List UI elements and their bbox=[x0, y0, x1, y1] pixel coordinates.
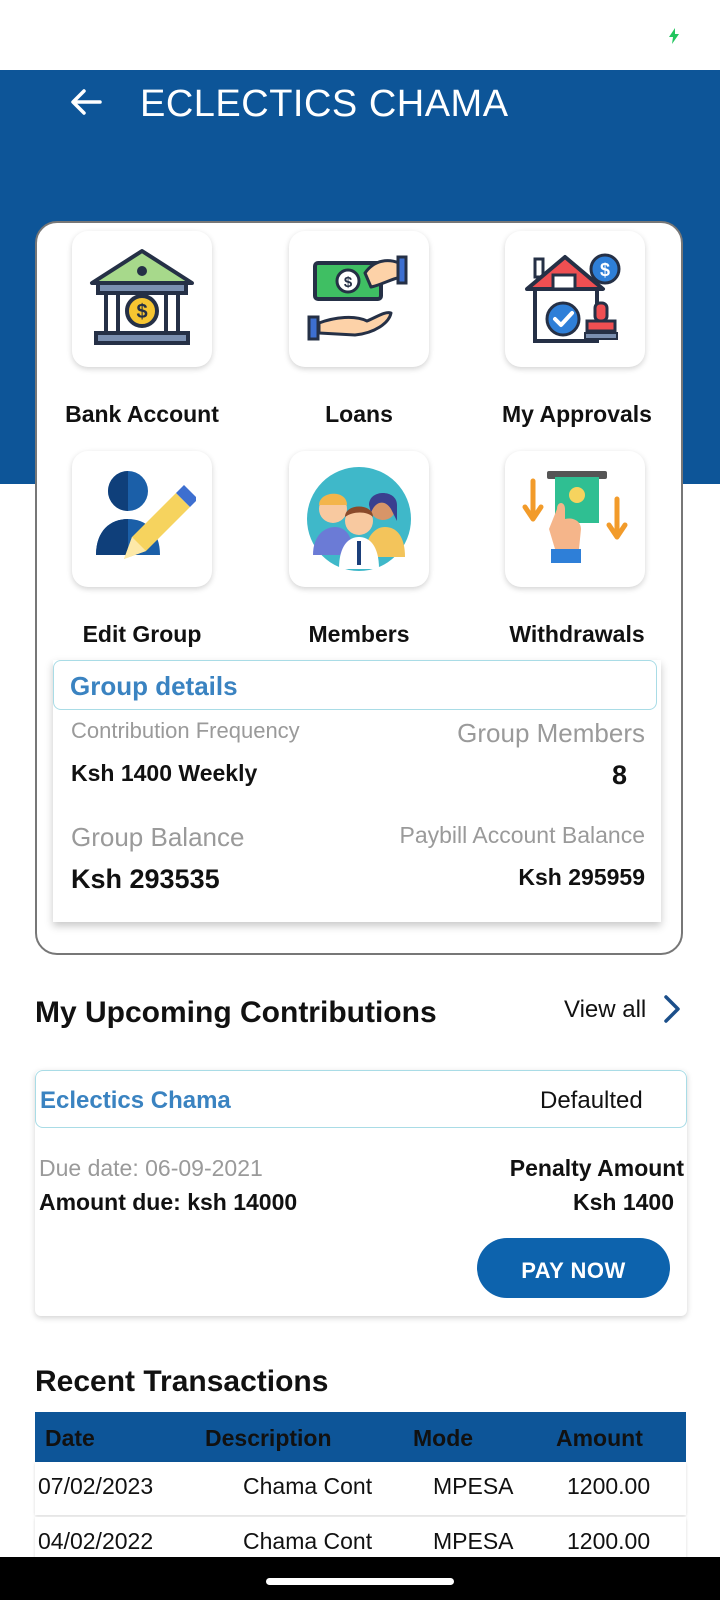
members-group-icon bbox=[307, 467, 411, 571]
my-approvals-label: My Approvals bbox=[502, 401, 652, 427]
bolt-icon bbox=[669, 28, 679, 44]
group-details-header: Group details bbox=[53, 660, 657, 710]
edit-group-tile[interactable] bbox=[72, 451, 212, 587]
view-all-label: View all bbox=[564, 996, 647, 1023]
cell-amount: 1200.00 bbox=[567, 1473, 651, 1499]
due-date: Due date: 06-09-2021 bbox=[39, 1155, 263, 1181]
house-approval-icon: $ bbox=[525, 253, 621, 343]
chama-name: Eclectics Chama bbox=[40, 1087, 231, 1114]
group-balance-label: Group Balance bbox=[71, 822, 245, 852]
svg-text:$: $ bbox=[344, 274, 353, 291]
view-all-link[interactable]: View all bbox=[564, 994, 688, 1028]
contribution-card-header: Eclectics Chama Defaulted bbox=[35, 1070, 687, 1128]
column-date: Date bbox=[45, 1425, 95, 1451]
group-members-value: 8 bbox=[611, 760, 627, 790]
my-approvals-tile[interactable]: $ bbox=[505, 231, 645, 367]
column-mode: Mode bbox=[413, 1425, 474, 1451]
penalty-value: Ksh 1400 bbox=[572, 1189, 674, 1215]
cell-description: Chama Cont bbox=[243, 1473, 373, 1499]
members-tile[interactable] bbox=[289, 451, 429, 587]
contribution-frequency-label: Contribution Frequency bbox=[71, 718, 300, 743]
status-badge: Defaulted bbox=[540, 1087, 643, 1114]
group-balance-value: Ksh 293535 bbox=[71, 864, 220, 894]
arrow-left-icon[interactable] bbox=[66, 82, 106, 122]
page-title: ECLECTICS CHAMA bbox=[140, 83, 509, 125]
cell-mode: MPESA bbox=[433, 1528, 514, 1554]
withdrawals-label: Withdrawals bbox=[509, 621, 645, 647]
contribution-frequency-value: Ksh 1400 Weekly bbox=[71, 760, 258, 786]
cell-description: Chama Cont bbox=[243, 1528, 373, 1554]
svg-text:$: $ bbox=[136, 301, 147, 323]
user-edit-icon bbox=[96, 471, 196, 559]
bank-icon: $ bbox=[90, 249, 194, 345]
cell-mode: MPESA bbox=[433, 1473, 514, 1499]
bank-account-tile[interactable]: $ bbox=[72, 231, 212, 367]
loans-tile[interactable]: $ bbox=[289, 231, 429, 367]
paybill-balance-value: Ksh 295959 bbox=[518, 864, 645, 890]
penalty-label: Penalty Amount bbox=[509, 1155, 684, 1181]
withdrawals-tile[interactable] bbox=[505, 451, 645, 587]
group-details-title: Group details bbox=[70, 671, 238, 701]
atm-withdrawal-icon bbox=[522, 471, 628, 563]
edit-group-label: Edit Group bbox=[82, 621, 202, 647]
cell-date: 07/02/2023 bbox=[38, 1473, 154, 1499]
paybill-balance-label: Paybill Account Balance bbox=[399, 822, 646, 848]
group-details-card: Group details Contribution Frequency Ksh… bbox=[53, 660, 661, 922]
members-label: Members bbox=[308, 621, 410, 647]
status-bar bbox=[0, 0, 720, 70]
amount-due: Amount due: ksh 14000 bbox=[39, 1189, 298, 1215]
cell-date: 04/02/2022 bbox=[38, 1528, 154, 1554]
bank-account-label: Bank Account bbox=[65, 401, 219, 427]
table-header: Date Description Mode Amount bbox=[35, 1412, 686, 1462]
recent-transactions-title: Recent Transactions bbox=[35, 1365, 329, 1398]
money-hand-icon: $ bbox=[307, 255, 408, 341]
pay-now-button[interactable]: PAY NOW bbox=[477, 1238, 670, 1298]
column-description: Description bbox=[205, 1425, 332, 1451]
svg-text:$: $ bbox=[600, 260, 610, 280]
upcoming-contributions-title: My Upcoming Contributions bbox=[35, 996, 437, 1029]
column-amount: Amount bbox=[556, 1425, 643, 1451]
loans-label: Loans bbox=[325, 401, 393, 427]
chevron-right-icon bbox=[664, 995, 680, 1023]
group-members-label: Group Members bbox=[457, 718, 645, 748]
home-gesture-handle[interactable] bbox=[266, 1578, 454, 1585]
table-row[interactable]: 07/02/2023 Chama Cont MPESA 1200.00 bbox=[35, 1462, 686, 1515]
cell-amount: 1200.00 bbox=[567, 1528, 651, 1554]
